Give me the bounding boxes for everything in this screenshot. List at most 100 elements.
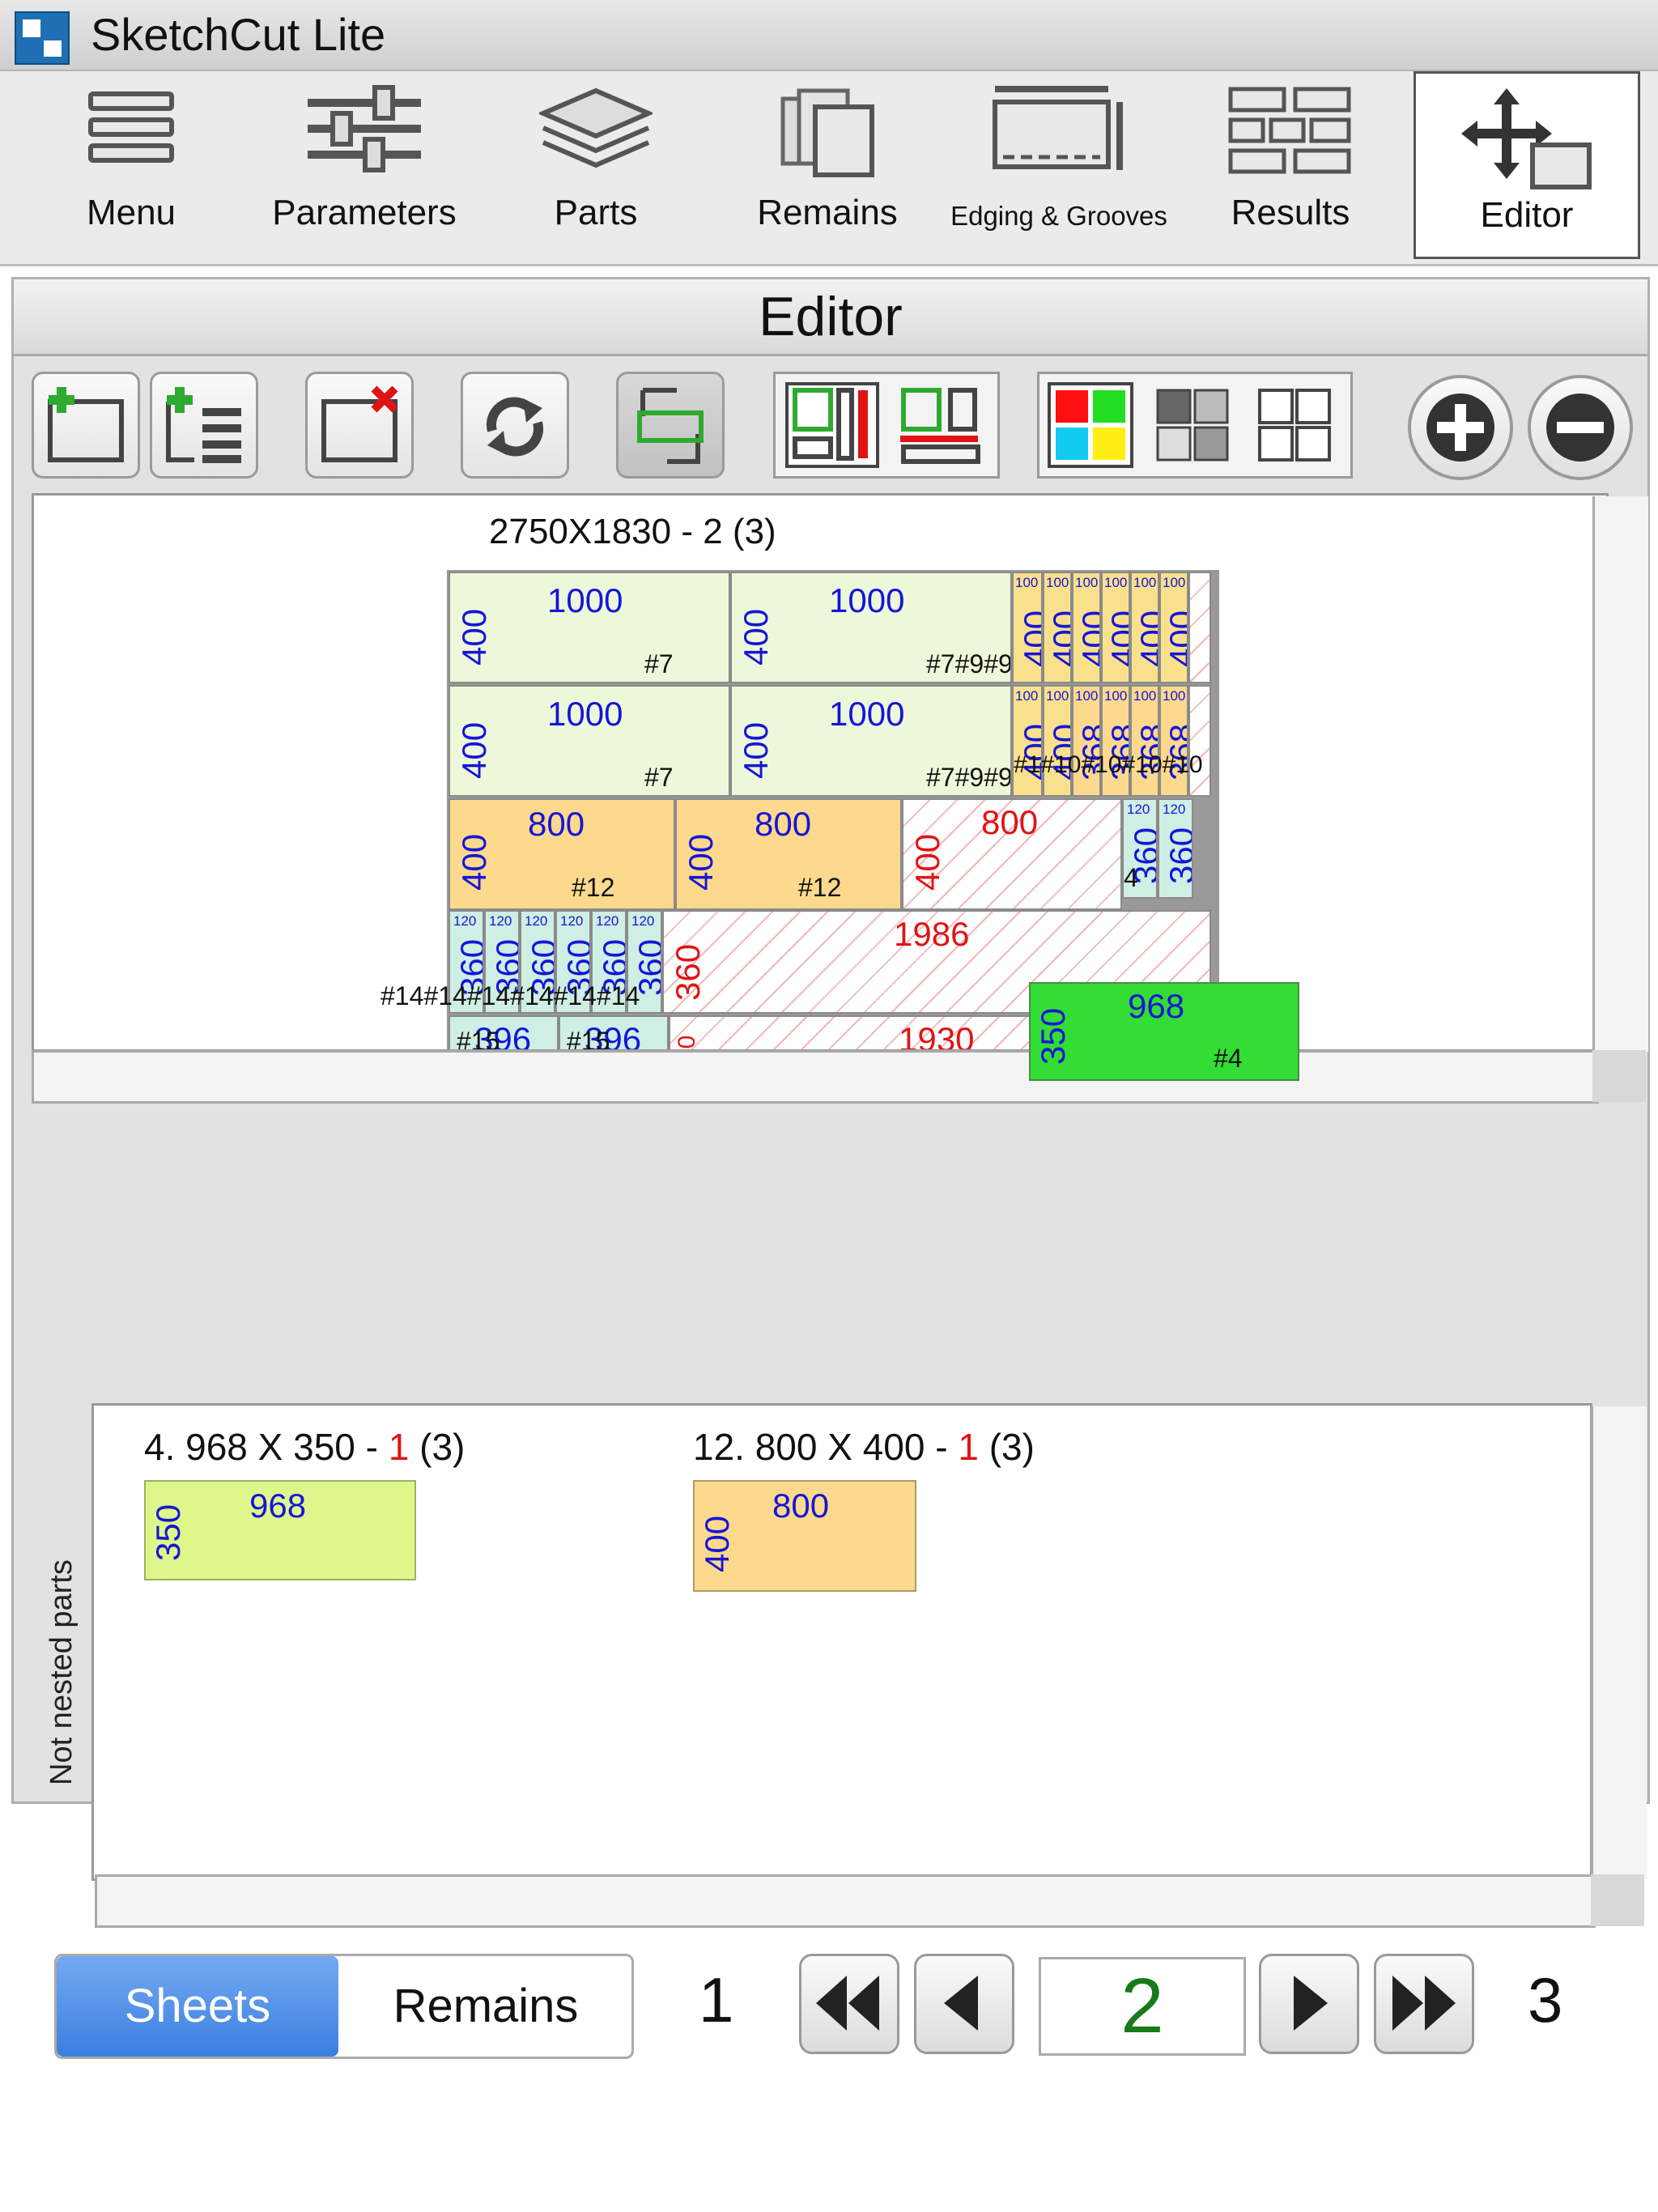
title-bar: SketchCut Lite	[0, 0, 1658, 71]
plus-icon	[1426, 393, 1494, 462]
strip-11[interactable]: 100 368	[1130, 685, 1159, 797]
refresh-icon	[486, 397, 544, 457]
row2-ids: #1#10#10#10#10	[1014, 751, 1203, 778]
dragged-part-4[interactable]: 968 350 #4	[1029, 982, 1299, 1081]
not-nested-vertical-scrollbar[interactable]	[1591, 1406, 1647, 1879]
layout-mode-group	[773, 372, 1000, 479]
not-nested-title-4: 4. 968 X 350 - 1 (3)	[144, 1426, 466, 1468]
app-title: SketchCut Lite	[91, 9, 386, 60]
strip-9[interactable]: 100 368	[1072, 685, 1101, 797]
fast-forward-icon	[1392, 1976, 1456, 2031]
color-palette-icon[interactable]	[1048, 382, 1133, 468]
editor-button[interactable]: Editor	[1414, 71, 1640, 259]
part-p5[interactable]: 800 400 #12	[449, 798, 675, 910]
sheet-label: 2750X1830 - 2 (3)	[489, 512, 776, 551]
results-grid-icon	[1228, 87, 1351, 174]
strip-8[interactable]: 100 400	[1043, 685, 1072, 797]
editor-label: Editor	[1480, 195, 1574, 235]
layers-icon	[539, 87, 653, 168]
menu-label: Menu	[86, 193, 176, 232]
not-nested-title-12: 12. 800 X 400 - 1 (3)	[693, 1426, 1035, 1468]
edging-grooves-button[interactable]: Edging & Grooves	[946, 71, 1172, 259]
first-page-number: 1	[699, 1964, 734, 2035]
waste-p7: 800 400	[902, 798, 1122, 910]
part-p11[interactable]: 396 #15	[559, 1015, 669, 1049]
strip-14[interactable]: 120 360	[1158, 798, 1193, 899]
first-page-button[interactable]	[799, 1954, 899, 2054]
current-page[interactable]: 2	[1039, 1957, 1246, 2056]
delete-sheet-icon	[321, 385, 398, 462]
part-p2[interactable]: 1000 400 #7#9#9#9#9#9#9	[730, 572, 1012, 683]
editor-title: Editor	[14, 279, 1647, 356]
remains-icon	[780, 88, 874, 177]
menu-icon	[88, 91, 174, 163]
part-p4[interactable]: 1000 400 #7#9#9	[730, 685, 1012, 797]
not-nested-label: Not nested parts	[45, 1559, 79, 1785]
strip-1[interactable]: 100 400	[1012, 572, 1043, 683]
waste-strip-1	[1188, 572, 1211, 683]
grayscale-icon[interactable]	[1150, 382, 1235, 468]
canvas-horizontal-scrollbar[interactable]	[32, 1050, 1599, 1104]
overlap-icon	[637, 388, 704, 464]
row4-ids: #14#14#14#14#14#14	[380, 981, 640, 1010]
parts-label: Parts	[554, 193, 638, 232]
canvas-vertical-scrollbar[interactable]	[1592, 496, 1648, 1052]
edging-label: Edging & Grooves	[950, 201, 1167, 231]
strip-12[interactable]: 100 368	[1159, 685, 1188, 797]
menu-button[interactable]: Menu	[18, 71, 244, 259]
main-toolbar: Menu Parameters Parts Remains Edging & G…	[0, 71, 1658, 266]
color-mode-group	[1037, 372, 1353, 479]
strip-3[interactable]: 100 400	[1072, 572, 1101, 683]
rewind-icon	[816, 1976, 879, 2031]
horizontal-layout-icon[interactable]	[894, 382, 991, 468]
not-nested-part-12[interactable]: 800 400	[693, 1480, 916, 1592]
part-p1[interactable]: 1000 400 #7	[449, 572, 730, 683]
edging-icon	[993, 86, 1123, 170]
nn-scroll-corner	[1591, 1874, 1644, 1926]
vertical-layout-icon[interactable]	[785, 382, 882, 468]
results-button[interactable]: Results	[1177, 71, 1404, 259]
previous-icon	[944, 1976, 978, 2031]
remains-tab[interactable]: Remains	[340, 1956, 631, 2057]
add-sheet-list-button[interactable]	[150, 372, 258, 479]
add-sheet-button[interactable]	[32, 372, 140, 479]
parameters-button[interactable]: Parameters	[251, 71, 478, 259]
last-page-button[interactable]	[1374, 1954, 1474, 2054]
strip-6[interactable]: 100 400	[1159, 572, 1188, 683]
strip-5[interactable]: 100 400	[1130, 572, 1159, 683]
not-nested-part-4[interactable]: 968 350	[144, 1480, 416, 1580]
next-icon	[1294, 1976, 1328, 2031]
move-arrows-icon	[1461, 88, 1592, 189]
editor-panel: Editor 2750X1830 - 2 (3) 1000 400 #7 100…	[11, 277, 1650, 2059]
results-label: Results	[1231, 193, 1350, 232]
sheets-tab[interactable]: Sheets	[57, 1956, 338, 2057]
rotate-button[interactable]	[461, 372, 569, 479]
stray-label: 4	[1124, 863, 1138, 892]
sheet-canvas[interactable]: 2750X1830 - 2 (3) 1000 400 #7 1000 400 #…	[32, 493, 1609, 1052]
no-color-icon[interactable]	[1252, 382, 1337, 468]
part-p3[interactable]: 1000 400 #7	[449, 685, 730, 797]
minus-icon	[1546, 393, 1614, 462]
strip-4[interactable]: 100 400	[1101, 572, 1130, 683]
part-p10[interactable]: 396 #15	[449, 1015, 559, 1049]
parameters-label: Parameters	[272, 193, 457, 232]
overlap-button[interactable]	[616, 372, 725, 479]
sheets-remains-toggle: Sheets Remains	[54, 1954, 634, 2059]
sliders-icon	[308, 85, 421, 172]
remains-button[interactable]: Remains	[714, 71, 941, 259]
previous-page-button[interactable]	[914, 1954, 1014, 2054]
delete-sheet-button[interactable]	[305, 372, 414, 479]
strip-7[interactable]: 100 400	[1012, 685, 1043, 797]
app-logo-icon	[15, 11, 70, 65]
not-nested-list: 4. 968 X 350 - 1 (3) 968 350 12. 800 X 4…	[91, 1403, 1592, 1881]
parts-button[interactable]: Parts	[483, 71, 709, 259]
waste-strip-2	[1188, 685, 1211, 797]
add-list-icon	[166, 387, 241, 463]
zoom-in-button[interactable]	[1408, 375, 1513, 480]
strip-10[interactable]: 100 368	[1101, 685, 1130, 797]
part-p6[interactable]: 800 400 #12	[675, 798, 902, 910]
not-nested-horizontal-scrollbar[interactable]	[95, 1874, 1596, 1928]
next-page-button[interactable]	[1259, 1954, 1359, 2054]
strip-2[interactable]: 100 400	[1043, 572, 1072, 683]
zoom-out-button[interactable]	[1528, 375, 1633, 480]
